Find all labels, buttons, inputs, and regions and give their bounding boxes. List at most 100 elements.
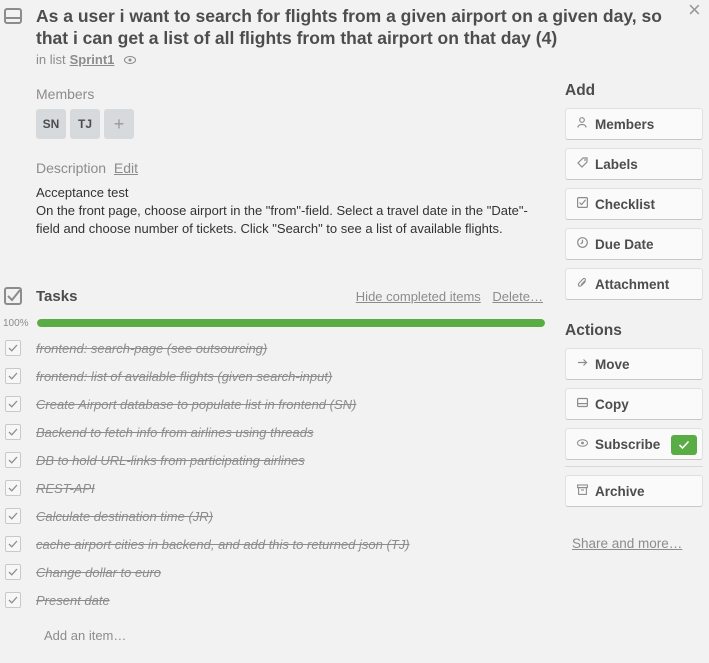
checklist-title[interactable]: Tasks	[36, 288, 77, 305]
check-icon	[8, 372, 18, 380]
checklist-button[interactable]: Checklist	[565, 188, 703, 220]
labels-button[interactable]: Labels	[565, 148, 703, 180]
due-date-button[interactable]: Due Date	[565, 228, 703, 260]
labels-button-label: Labels	[595, 156, 638, 172]
checklist-icon	[4, 287, 22, 305]
item-checkbox[interactable]	[5, 452, 21, 468]
check-icon	[8, 400, 18, 408]
arrow-right-icon	[575, 357, 589, 371]
sidebar-divider	[565, 466, 703, 467]
check-icon	[8, 344, 18, 352]
checklist-item[interactable]: frontend: search-page (see outsourcing)	[0, 334, 560, 362]
archive-button-label: Archive	[595, 483, 645, 499]
progress-percent: 100%	[3, 318, 29, 329]
add-section-title: Add	[565, 82, 596, 99]
description-label: Description	[36, 160, 107, 176]
copy-button-label: Copy	[595, 396, 629, 412]
copy-button[interactable]: Copy	[565, 388, 703, 420]
checklist-item-text[interactable]: Change dollar to euro	[36, 565, 161, 580]
checklist-item[interactable]: Create Airport database to populate list…	[0, 390, 560, 418]
archive-button[interactable]: Archive	[565, 475, 703, 507]
checklist-item-text[interactable]: frontend: list of available flights (giv…	[36, 369, 332, 384]
check-icon	[8, 456, 18, 464]
check-icon	[8, 596, 18, 604]
check-icon	[8, 568, 18, 576]
members-label: Members	[36, 86, 95, 102]
checklist-items: frontend: search-page (see outsourcing) f…	[0, 334, 560, 614]
item-checkbox[interactable]	[5, 368, 21, 384]
checklist-icon	[575, 197, 589, 211]
check-icon	[8, 484, 18, 492]
checklist-item[interactable]: Present date	[0, 586, 560, 614]
subscribe-button[interactable]: Subscribe	[565, 428, 703, 460]
attachment-button[interactable]: Attachment	[565, 268, 703, 300]
due-date-button-label: Due Date	[595, 236, 654, 252]
check-icon	[8, 428, 18, 436]
checklist-item-text[interactable]: Backend to fetch info from airlines usin…	[36, 425, 313, 440]
progress-fill	[37, 319, 545, 327]
tag-icon	[575, 157, 589, 171]
description-text[interactable]: Acceptance test On the front page, choos…	[36, 184, 536, 238]
description-line: Acceptance test	[36, 185, 129, 200]
close-icon[interactable]: ×	[688, 0, 701, 21]
move-button[interactable]: Move	[565, 348, 703, 380]
checklist-item[interactable]: REST-API	[0, 474, 560, 502]
hide-completed-link[interactable]: Hide completed items	[356, 289, 481, 304]
checklist-button-label: Checklist	[595, 196, 656, 212]
checklist-actions: Hide completed items Delete…	[348, 289, 543, 304]
actions-section-title: Actions	[565, 322, 622, 339]
checklist-item[interactable]: cache airport cities in backend, and add…	[0, 530, 560, 558]
eye-icon	[575, 438, 589, 450]
in-list-info: in list Sprint1	[36, 52, 137, 67]
description-line: On the front page, choose airport in the…	[36, 203, 528, 236]
item-checkbox[interactable]	[5, 424, 21, 440]
description-header: Description Edit	[36, 160, 138, 176]
card-icon	[575, 397, 589, 411]
share-and-more-link[interactable]: Share and more…	[572, 536, 682, 551]
add-member-button[interactable]: +	[104, 109, 134, 139]
add-item-button[interactable]: Add an item…	[44, 628, 126, 643]
subscribed-check-icon	[671, 435, 697, 455]
checklist-item-text[interactable]: DB to hold URL-links from participating …	[36, 453, 305, 468]
item-checkbox[interactable]	[5, 564, 21, 580]
checklist-item-text[interactable]: Calculate destination time (JR)	[36, 509, 213, 524]
checklist-item-text[interactable]: Create Airport database to populate list…	[36, 397, 356, 412]
clock-icon	[575, 237, 589, 251]
members-list: SN TJ +	[36, 109, 134, 139]
description-edit-link[interactable]: Edit	[114, 160, 138, 176]
card-title[interactable]: As a user i want to search for flights f…	[36, 5, 664, 49]
item-checkbox[interactable]	[5, 480, 21, 496]
progress-bar	[37, 319, 545, 327]
checklist-item[interactable]: DB to hold URL-links from participating …	[0, 446, 560, 474]
subscribe-button-label: Subscribe	[595, 436, 661, 452]
checklist-item-text[interactable]: frontend: search-page (see outsourcing)	[36, 341, 267, 356]
checklist-item-text[interactable]: REST-API	[36, 481, 95, 496]
item-checkbox[interactable]	[5, 536, 21, 552]
list-link[interactable]: Sprint1	[70, 52, 115, 67]
avatar[interactable]: TJ	[70, 109, 100, 139]
item-checkbox[interactable]	[5, 592, 21, 608]
archive-icon	[575, 484, 589, 498]
paperclip-icon	[575, 277, 589, 291]
eye-icon	[124, 55, 137, 64]
avatar[interactable]: SN	[36, 109, 66, 139]
checklist-item[interactable]: frontend: list of available flights (giv…	[0, 362, 560, 390]
in-list-prefix: in list	[36, 52, 66, 67]
checklist-item[interactable]: Backend to fetch info from airlines usin…	[0, 418, 560, 446]
checklist-item[interactable]: Change dollar to euro	[0, 558, 560, 586]
card-icon	[4, 8, 22, 24]
item-checkbox[interactable]	[5, 396, 21, 412]
delete-checklist-link[interactable]: Delete…	[492, 289, 543, 304]
checklist-item-text[interactable]: Present date	[36, 593, 110, 608]
item-checkbox[interactable]	[5, 340, 21, 356]
check-icon	[8, 540, 18, 548]
checklist-item-text[interactable]: cache airport cities in backend, and add…	[36, 537, 410, 552]
check-icon	[8, 512, 18, 520]
members-button-label: Members	[595, 116, 655, 132]
move-button-label: Move	[595, 356, 630, 372]
attachment-button-label: Attachment	[595, 276, 670, 292]
checklist-item[interactable]: Calculate destination time (JR)	[0, 502, 560, 530]
item-checkbox[interactable]	[5, 508, 21, 524]
person-icon	[575, 117, 589, 131]
members-button[interactable]: Members	[565, 108, 703, 140]
